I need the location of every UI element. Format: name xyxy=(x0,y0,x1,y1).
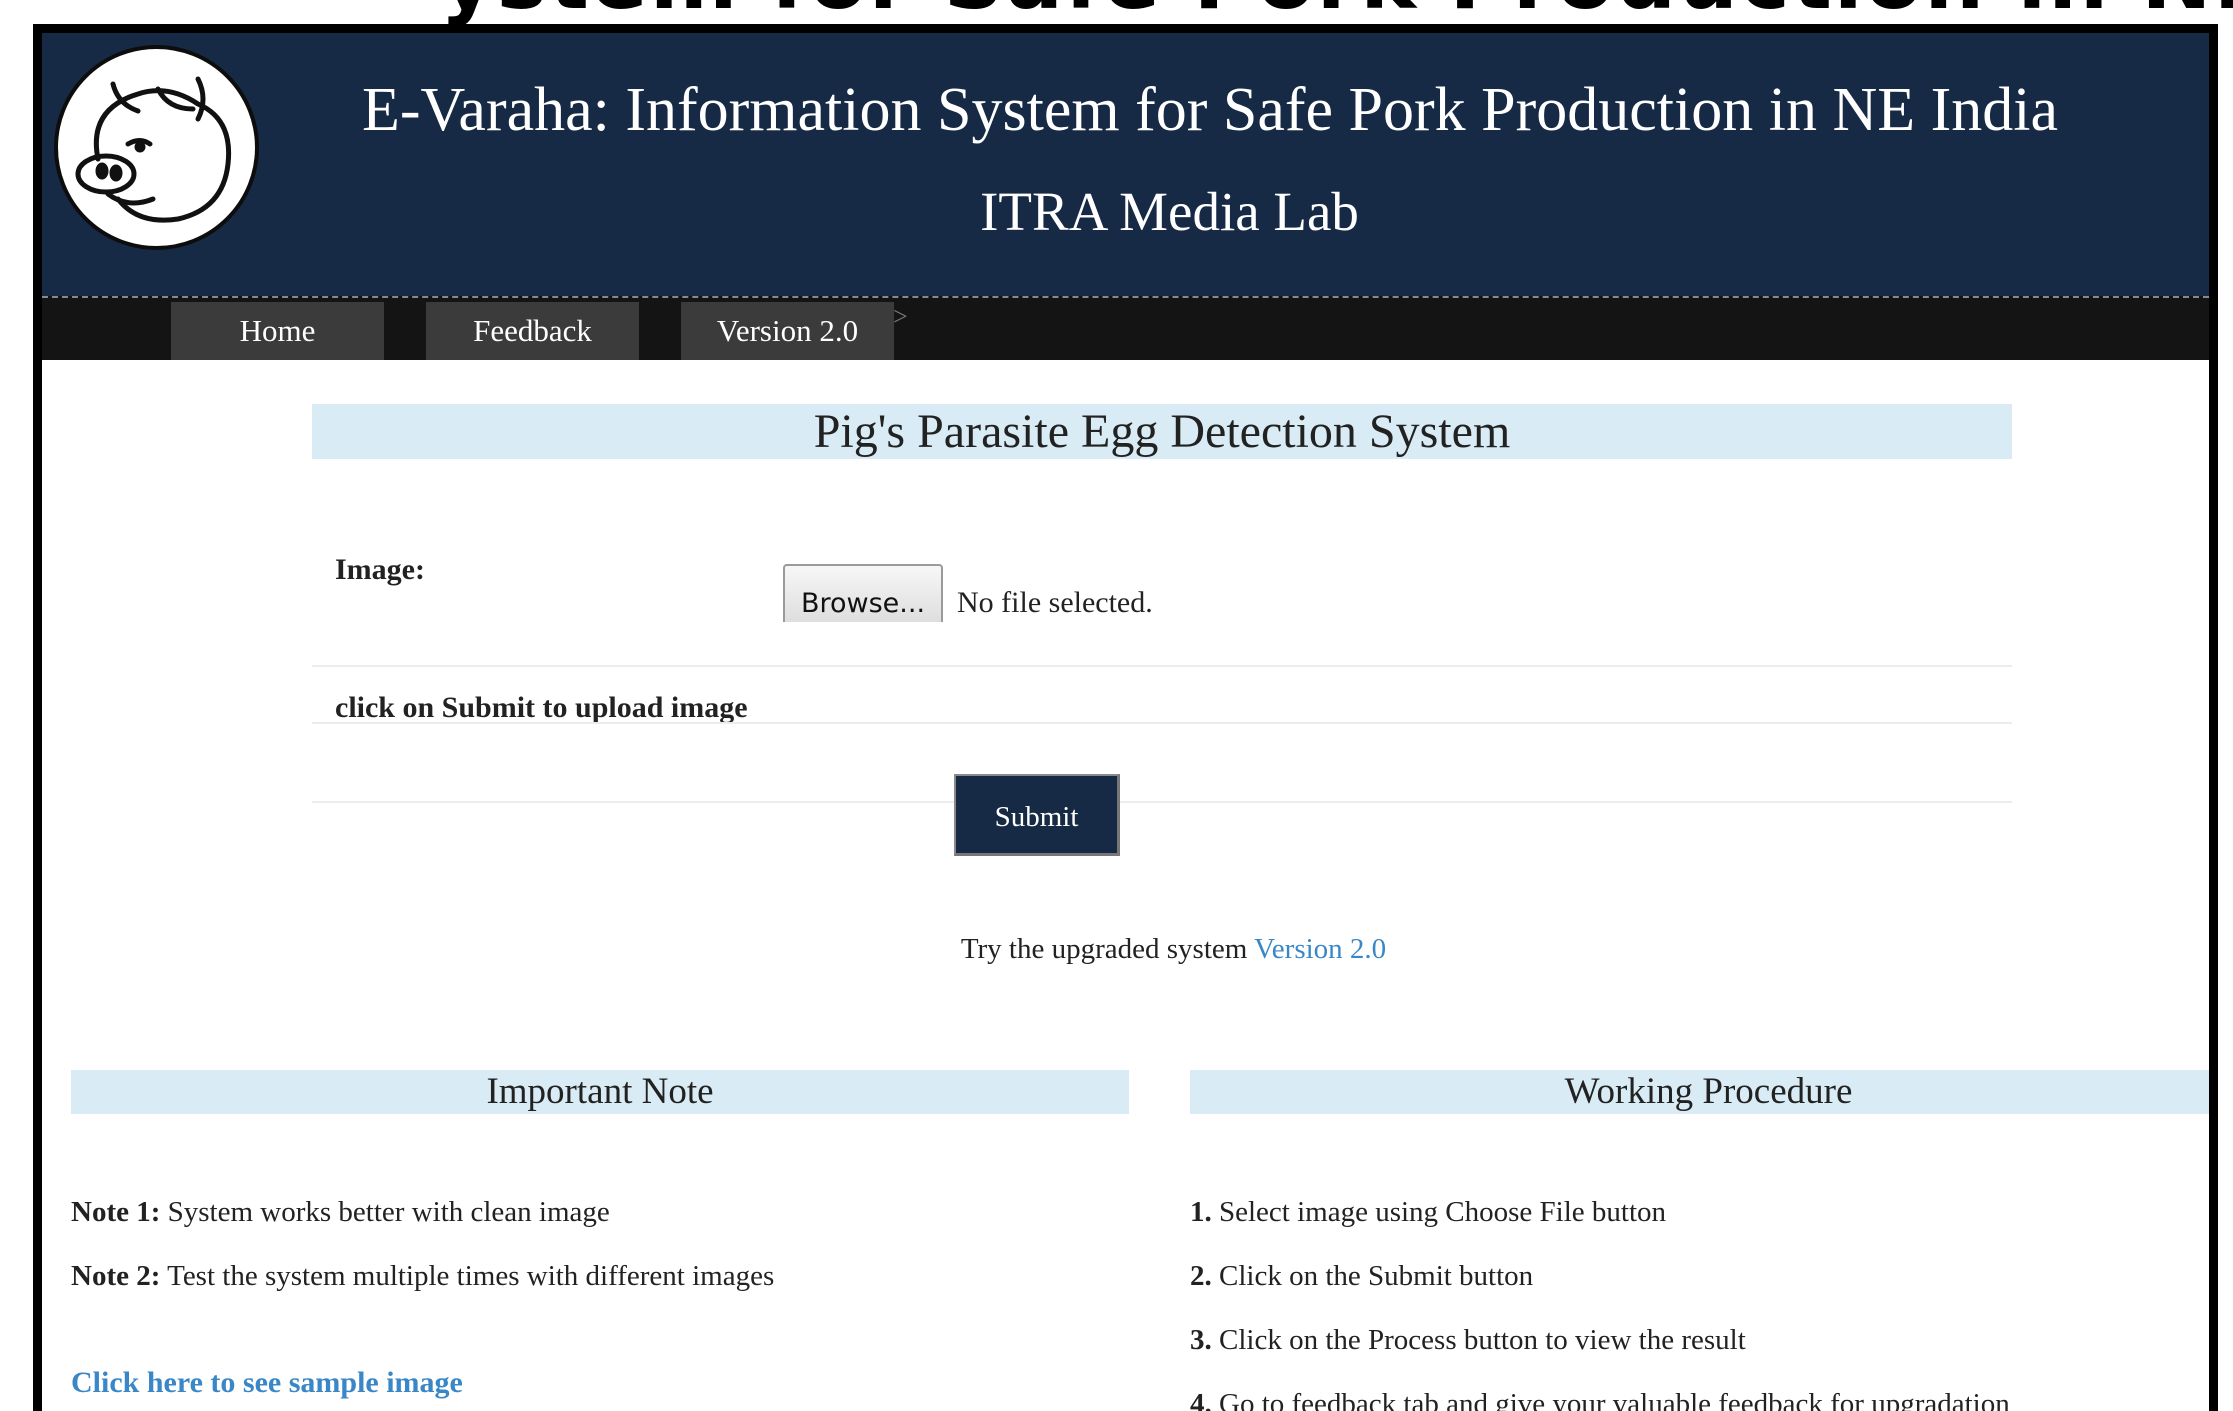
working-procedure-heading: Working Procedure xyxy=(1190,1070,2209,1114)
version-link[interactable]: Version 2.0 xyxy=(1254,933,1386,965)
upgrade-notice: Try the upgraded system Version 2.0 xyxy=(42,933,2209,966)
upgrade-text: Try the upgraded system xyxy=(960,933,1248,965)
note-prefix: Note 1: xyxy=(71,1196,161,1228)
procedure-text: Click on the Process button to view the … xyxy=(1219,1324,1746,1356)
procedure-item: 2. Click on the Submit button xyxy=(1190,1260,1533,1293)
important-note-heading: Important Note xyxy=(71,1070,1129,1114)
browse-button[interactable]: Browse... xyxy=(783,564,943,622)
note-prefix: Note 2: xyxy=(71,1260,161,1292)
cropped-banner-text: ystem for Safe Pork Production in NE Ind… xyxy=(440,0,2233,24)
note-text: Test the system multiple times with diff… xyxy=(167,1260,775,1292)
image-label: Image: xyxy=(335,553,425,586)
page-title: Pig's Parasite Egg Detection System xyxy=(312,404,2012,459)
submit-button[interactable]: Submit xyxy=(954,774,1120,856)
procedure-item: 1. Select image using Choose File button xyxy=(1190,1196,1666,1229)
divider xyxy=(312,801,2012,803)
upload-hint: click on Submit to upload image xyxy=(335,691,748,724)
procedure-text: Click on the Submit button xyxy=(1219,1260,1534,1292)
procedure-number: 2. xyxy=(1190,1260,1212,1292)
note-text: System works better with clean image xyxy=(167,1196,610,1228)
divider xyxy=(312,722,2012,724)
note-item: Note 1: System works better with clean i… xyxy=(71,1196,610,1229)
nav-tab-version[interactable]: Version 2.0 xyxy=(681,302,894,360)
procedure-item: 4. Go to feedback tab and give your valu… xyxy=(1190,1388,2010,1411)
procedure-item: 3. Click on the Process button to view t… xyxy=(1190,1324,1746,1357)
nav-tab-home[interactable]: Home xyxy=(171,302,384,360)
divider xyxy=(312,665,2012,667)
note-item: Note 2: Test the system multiple times w… xyxy=(71,1260,774,1293)
procedure-text: Go to feedback tab and give your valuabl… xyxy=(1219,1388,2010,1411)
procedure-number: 3. xyxy=(1190,1324,1212,1356)
caret-icon: > xyxy=(893,302,908,331)
site-title: E-Varaha: Information System for Safe Po… xyxy=(362,76,2059,144)
site-subtitle: ITRA Media Lab xyxy=(980,181,1359,242)
sample-image-link[interactable]: Click here to see sample image xyxy=(71,1366,463,1400)
procedure-number: 1. xyxy=(1190,1196,1212,1228)
procedure-text: Select image using Choose File button xyxy=(1219,1196,1667,1228)
nav-tab-feedback[interactable]: Feedback xyxy=(426,302,639,360)
top-cropped-banner: ystem for Safe Pork Production in NE Ind… xyxy=(0,0,2233,24)
site-header: E-Varaha: Information System for Safe Po… xyxy=(42,33,2209,296)
nav-bar: Home Feedback Version 2.0 > xyxy=(42,296,2209,360)
file-status: No file selected. xyxy=(957,586,1153,619)
page-frame: E-Varaha: Information System for Safe Po… xyxy=(33,24,2218,1411)
procedure-number: 4. xyxy=(1190,1388,1212,1411)
